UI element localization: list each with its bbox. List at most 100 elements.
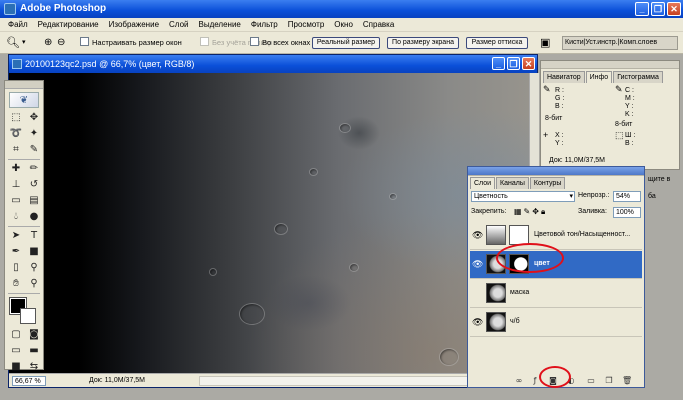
- menu-layer[interactable]: Слой: [164, 20, 193, 29]
- new-layer-icon[interactable]: ❐: [604, 376, 614, 385]
- gradient-tool-icon[interactable]: ▤: [26, 194, 42, 208]
- zoom-in-icon[interactable]: ⊕: [44, 36, 52, 50]
- layers-panel-caption[interactable]: [468, 167, 644, 176]
- quickmask-mode-icon[interactable]: ◙: [26, 328, 42, 342]
- all-windows-checkbox[interactable]: [250, 37, 259, 46]
- dodge-tool-icon[interactable]: ●: [26, 210, 42, 224]
- fit-screen-button[interactable]: По размеру экрана: [387, 37, 459, 49]
- trash-icon[interactable]: 🗑︎: [622, 376, 632, 385]
- info-panel-caption[interactable]: [541, 61, 679, 69]
- all-windows-option[interactable]: Во всех окнах: [250, 36, 310, 50]
- palette-well[interactable]: Кисти|Уст.инстр.|Комп.слоев: [562, 36, 678, 50]
- menu-view[interactable]: Просмотр: [283, 20, 330, 29]
- layer-thumbnail: [486, 283, 506, 303]
- minimize-button[interactable]: _: [635, 2, 649, 16]
- healing-brush-icon[interactable]: ✚: [8, 162, 24, 176]
- screen-mode-full-icon[interactable]: ■: [8, 360, 24, 374]
- history-brush-icon[interactable]: ↺: [26, 178, 42, 192]
- crater: [439, 348, 459, 366]
- crater: [239, 303, 265, 325]
- close-button[interactable]: ✕: [667, 2, 681, 16]
- toolbox-caption[interactable]: [5, 81, 43, 89]
- opacity-field[interactable]: 54%: [613, 191, 641, 202]
- zoom-out-icon[interactable]: ⊖: [57, 36, 65, 50]
- zoom-field[interactable]: 66,67 %: [12, 376, 46, 386]
- print-size-button[interactable]: Размер оттиска: [466, 37, 528, 49]
- fill-field[interactable]: 100%: [613, 207, 641, 218]
- layer-row-bw[interactable]: 👁︎ ч/б: [470, 309, 642, 337]
- imageready-icon[interactable]: ⇆: [26, 360, 42, 374]
- menu-select[interactable]: Выделение: [193, 20, 245, 29]
- shape-tool-icon[interactable]: ■: [26, 245, 42, 259]
- eye-off-icon[interactable]: [472, 288, 482, 298]
- chevron-down-icon[interactable]: ▾: [22, 36, 26, 50]
- menu-image[interactable]: Изображение: [104, 20, 164, 29]
- eye-icon[interactable]: 👁︎: [472, 259, 483, 269]
- type-tool-icon[interactable]: T: [26, 229, 42, 243]
- pen-tool-icon[interactable]: ✒: [8, 245, 24, 259]
- stamp-tool-icon[interactable]: ⊥: [8, 178, 24, 192]
- horizontal-scrollbar[interactable]: [199, 376, 499, 386]
- menu-edit[interactable]: Редактирование: [33, 20, 104, 29]
- zoom-tool-box-icon[interactable]: ⚲: [26, 277, 42, 291]
- crop-tool-icon[interactable]: ⌗: [8, 143, 24, 157]
- tab-navigator[interactable]: Навигатор: [543, 71, 585, 83]
- magic-wand-icon[interactable]: ✦: [26, 127, 42, 141]
- doc-size-info: Док: 11,0M/37,5M: [89, 377, 145, 384]
- lasso-tool-icon[interactable]: ➰: [8, 127, 24, 141]
- maximize-button[interactable]: ❐: [651, 2, 665, 16]
- resize-windows-option[interactable]: Настраивать размер окон: [80, 36, 182, 50]
- screen-mode-full-menu-icon[interactable]: ▬: [26, 344, 42, 358]
- app-title: Adobe Photoshop: [20, 3, 107, 14]
- doc-minimize-button[interactable]: _: [492, 57, 505, 70]
- screen-mode-standard-icon[interactable]: ▭: [8, 344, 24, 358]
- marquee-tool-icon[interactable]: ⬚: [8, 111, 24, 125]
- image-canvas[interactable]: [9, 73, 529, 373]
- slice-tool-icon[interactable]: ✎: [26, 143, 42, 157]
- crater: [274, 223, 288, 235]
- path-select-icon[interactable]: ➤: [8, 229, 24, 243]
- eye-icon[interactable]: 👁︎: [472, 230, 483, 240]
- photoshop-icon: [4, 3, 16, 15]
- menu-file[interactable]: Файл: [3, 20, 33, 29]
- hand-tool-icon[interactable]: ✋︎: [8, 277, 24, 291]
- layer-row-hue-saturation[interactable]: 👁︎ Цветовой тон/Насыщенност...: [470, 222, 642, 250]
- tab-layers[interactable]: Слои: [470, 177, 496, 189]
- file-browser-icon[interactable]: ▣: [540, 36, 550, 50]
- tab-info[interactable]: Инфо: [585, 71, 613, 83]
- b-label: B :: [555, 103, 564, 110]
- lock-icons[interactable]: ▦✎✥🔒︎: [514, 207, 547, 217]
- feather-logo-icon[interactable]: ❦: [9, 92, 39, 108]
- menu-help[interactable]: Справка: [358, 20, 399, 29]
- blur-tool-icon[interactable]: 💧︎: [8, 210, 24, 224]
- background-color-swatch[interactable]: [20, 308, 36, 324]
- move-tool-icon[interactable]: ✥: [26, 111, 42, 125]
- eye-icon[interactable]: 👁︎: [472, 317, 483, 327]
- color-swatches[interactable]: [8, 296, 40, 326]
- brush-tool-icon[interactable]: ✏: [26, 162, 42, 176]
- layers-panel-tabs: Слои Каналы Контуры: [470, 177, 566, 189]
- eraser-tool-icon[interactable]: ▭: [8, 194, 24, 208]
- resize-windows-checkbox[interactable]: [80, 37, 89, 46]
- layer-thumbnail: [486, 312, 506, 332]
- chevron-down-icon: ▾: [569, 193, 573, 200]
- eyedropper-icon[interactable]: ⚲: [26, 261, 42, 275]
- link-layers-icon[interactable]: ∞: [514, 376, 524, 385]
- lock-label: Закрепить:: [471, 208, 507, 215]
- doc-maximize-button[interactable]: ❐: [507, 57, 520, 70]
- layer-name: Цветовой тон/Насыщенност...: [534, 231, 631, 238]
- menu-window[interactable]: Окно: [329, 20, 358, 29]
- doc-close-button[interactable]: ✕: [522, 57, 535, 70]
- blend-mode-select[interactable]: Цветность ▾: [471, 191, 575, 202]
- layer-row-mask[interactable]: маска: [470, 280, 642, 308]
- document-icon: [12, 59, 22, 69]
- actual-pixels-button[interactable]: Реальный размер: [312, 37, 380, 49]
- tab-paths[interactable]: Контуры: [529, 177, 566, 189]
- zoom-tool-icon[interactable]: 🔍︎: [6, 36, 20, 50]
- new-group-icon[interactable]: ▭: [586, 376, 596, 385]
- tab-histogram[interactable]: Гистограмма: [613, 71, 663, 83]
- notes-tool-icon[interactable]: ▯: [8, 261, 24, 275]
- standard-mode-icon[interactable]: ▢: [8, 328, 24, 342]
- menu-filter[interactable]: Фильтр: [246, 20, 283, 29]
- tab-channels[interactable]: Каналы: [496, 177, 529, 189]
